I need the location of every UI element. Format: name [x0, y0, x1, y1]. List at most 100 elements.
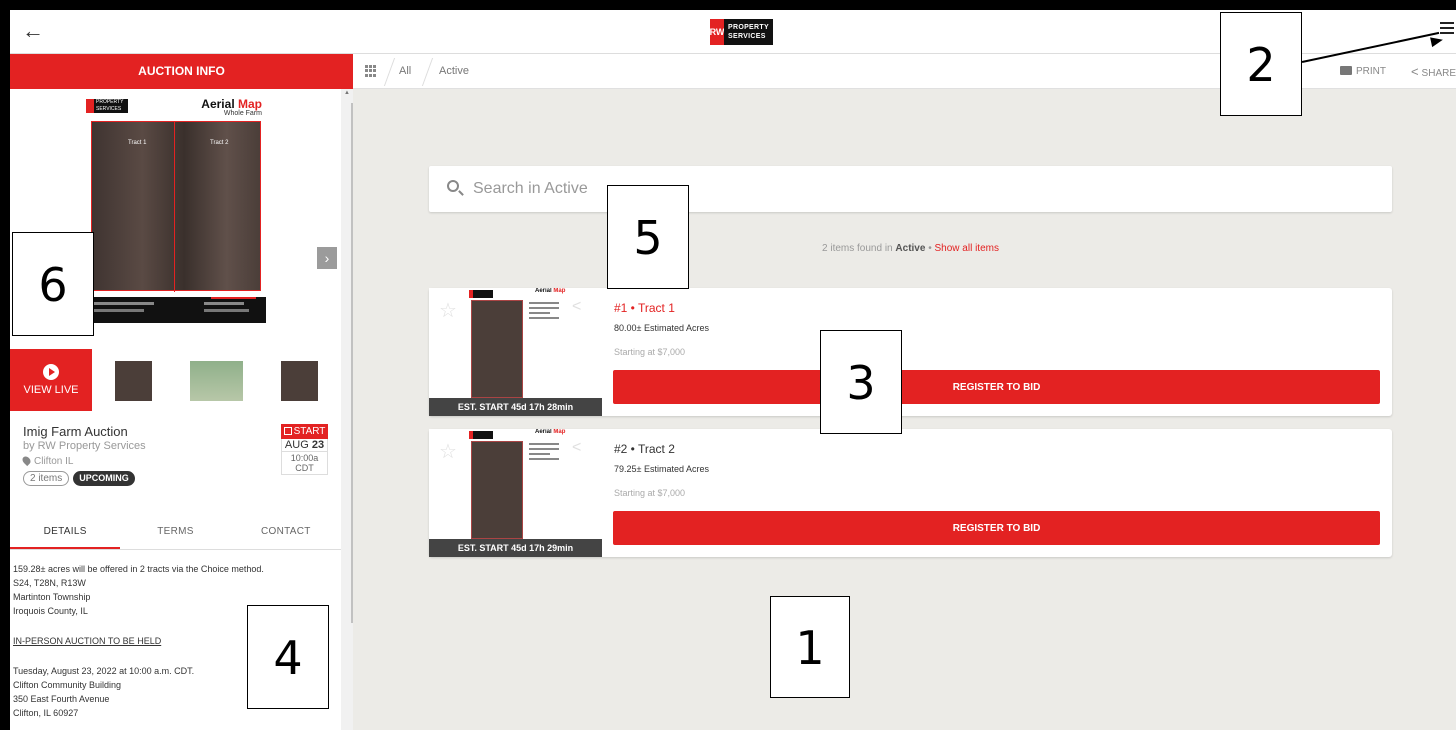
- play-icon: [43, 364, 59, 380]
- lot-map-title-2: Map: [553, 429, 566, 435]
- start-day: 23: [311, 439, 325, 451]
- lot-image[interactable]: Aerial Map ☆ < EST. START 45d 17h 29min: [429, 429, 602, 557]
- scroll-up-icon[interactable]: ▲: [344, 90, 350, 96]
- search-box: [429, 166, 1392, 212]
- annotation-5: 5: [607, 185, 689, 289]
- tab-details[interactable]: DETAILS: [10, 514, 121, 549]
- hero-subtitle: Whole Farm: [223, 110, 262, 117]
- lot-card: Aerial Map ☆ < EST. START 45d 17h 28min …: [429, 288, 1392, 416]
- map-pin-icon: [20, 454, 33, 467]
- status-chips: 2 items UPCOMING: [23, 471, 135, 486]
- show-all-link[interactable]: Show all items: [935, 243, 999, 254]
- annotation-2: 2: [1220, 12, 1302, 116]
- register-to-bid-button[interactable]: REGISTER TO BID: [613, 370, 1380, 404]
- search-icon: [447, 180, 459, 192]
- share-button[interactable]: < SHARE: [1411, 54, 1456, 91]
- tract2-label: Tract 2: [210, 140, 229, 146]
- lot-map-title-1: Aerial: [535, 429, 552, 435]
- lot-starting-price: Starting at $7,000: [614, 347, 686, 357]
- hamburger-menu-icon[interactable]: [1440, 22, 1454, 34]
- view-live-label: VIEW LIVE: [23, 384, 79, 396]
- logo-mark: RW: [710, 19, 724, 45]
- tab-contact[interactable]: CONTACT: [231, 514, 341, 549]
- auction-title[interactable]: Imig Farm Auction: [23, 424, 128, 439]
- estimated-start: EST. START 45d 17h 29min: [429, 539, 602, 557]
- auction-summary: Imig Farm Auction by RW Property Service…: [10, 411, 341, 511]
- auction-info-header: AUCTION INFO: [10, 54, 353, 89]
- results-count: 2 items found in: [822, 243, 893, 254]
- desc-line3: Martinton Township: [13, 592, 91, 602]
- printer-icon: [1340, 66, 1352, 75]
- share-icon[interactable]: <: [572, 298, 581, 316]
- lot-title[interactable]: #1 • Tract 1: [614, 301, 675, 315]
- desc-line2: S24, T28N, R13W: [13, 578, 86, 588]
- logo-line1: PROPERTY: [728, 24, 769, 31]
- lot-map-title: Aerial Map: [535, 288, 565, 294]
- lot-acres: 80.00± Estimated Acres: [614, 323, 709, 333]
- breadcrumb-active[interactable]: Active: [439, 54, 469, 89]
- lot-image[interactable]: Aerial Map ☆ < EST. START 45d 17h 28min: [429, 288, 602, 416]
- grid-view-icon[interactable]: [365, 65, 377, 77]
- print-label: PRINT: [1356, 66, 1386, 77]
- hero-title: Aerial Map: [201, 97, 262, 111]
- estimated-start: EST. START 45d 17h 28min: [429, 398, 602, 416]
- share-icon[interactable]: <: [572, 439, 581, 457]
- scrollbar-thumb[interactable]: [351, 103, 353, 623]
- info-tabs: DETAILS TERMS CONTACT: [10, 514, 341, 550]
- view-live-button[interactable]: VIEW LIVE: [10, 349, 92, 411]
- annotation-1: 1: [770, 596, 850, 698]
- start-header: START: [281, 424, 328, 439]
- tract1-label: Tract 1: [128, 140, 147, 146]
- hero-logo-line2: SERVICES: [96, 106, 122, 112]
- annotation-4: 4: [247, 605, 329, 709]
- hero-title-part2: Map: [238, 97, 262, 111]
- start-time: 10:00a CDT: [281, 452, 328, 475]
- thumbnail-1[interactable]: [100, 353, 167, 407]
- auction-location: Clifton IL: [20, 454, 74, 467]
- brand-logo[interactable]: RW PROPERTY SERVICES: [710, 19, 773, 45]
- hero-logo: PROPERTY SERVICES: [86, 99, 128, 113]
- aerial-map-image: PROPERTY SERVICES Aerial Map Whole Farm T…: [86, 97, 266, 327]
- lot-map-title: Aerial Map: [535, 429, 565, 435]
- print-button[interactable]: PRINT: [1340, 54, 1386, 89]
- status-badge: UPCOMING: [73, 471, 135, 486]
- items-chip: 2 items: [23, 471, 70, 486]
- logo-line2: SERVICES: [728, 33, 766, 40]
- logo-wordmark: PROPERTY SERVICES: [724, 19, 773, 45]
- location-text: Clifton IL: [34, 456, 74, 467]
- annotation-3: 3: [820, 330, 902, 434]
- auction-company[interactable]: by RW Property Services: [23, 440, 146, 452]
- results-summary: 2 items found in Active • Show all items: [429, 243, 1392, 254]
- results-separator: •: [928, 243, 932, 254]
- tab-terms[interactable]: TERMS: [120, 514, 230, 549]
- thumbnail-3[interactable]: [266, 353, 333, 407]
- share-label: SHARE: [1421, 68, 1456, 79]
- farm-map: Tract 1 Tract 2: [91, 121, 261, 292]
- search-input[interactable]: [473, 178, 1353, 200]
- hero-logo-line1: PROPERTY: [96, 99, 124, 105]
- lot-starting-price: Starting at $7,000: [614, 488, 686, 498]
- star-icon[interactable]: ☆: [439, 298, 457, 323]
- panel-scrollbar[interactable]: ▲: [341, 89, 353, 730]
- lot-acres: 79.25± Estimated Acres: [614, 464, 709, 474]
- start-label: START: [293, 426, 326, 437]
- hero-title-part1: Aerial: [201, 97, 235, 111]
- star-icon[interactable]: ☆: [439, 439, 457, 464]
- start-month: AUG: [284, 439, 309, 451]
- lot-title[interactable]: #2 • Tract 2: [614, 442, 675, 456]
- breadcrumb-all[interactable]: All: [399, 54, 411, 89]
- register-to-bid-button[interactable]: REGISTER TO BID: [613, 511, 1380, 545]
- carousel-next-icon[interactable]: ›: [317, 247, 337, 269]
- start-date: AUG 23: [281, 439, 328, 452]
- calendar-icon: [283, 427, 292, 435]
- lot-map-title-1: Aerial: [535, 288, 552, 294]
- lot-card: Aerial Map ☆ < EST. START 45d 17h 29min …: [429, 429, 1392, 557]
- start-date-box: START AUG 23 10:00a CDT: [281, 424, 328, 475]
- arrow-left-icon[interactable]: ←: [22, 20, 44, 42]
- lot-map-title-2: Map: [553, 288, 566, 294]
- desc-line1: 159.28± acres will be offered in 2 tract…: [13, 564, 264, 574]
- annotation-6: 6: [12, 232, 94, 336]
- results-filter: Active: [895, 243, 926, 254]
- thumbnail-2[interactable]: [183, 353, 250, 407]
- share-icon: <: [1410, 64, 1419, 79]
